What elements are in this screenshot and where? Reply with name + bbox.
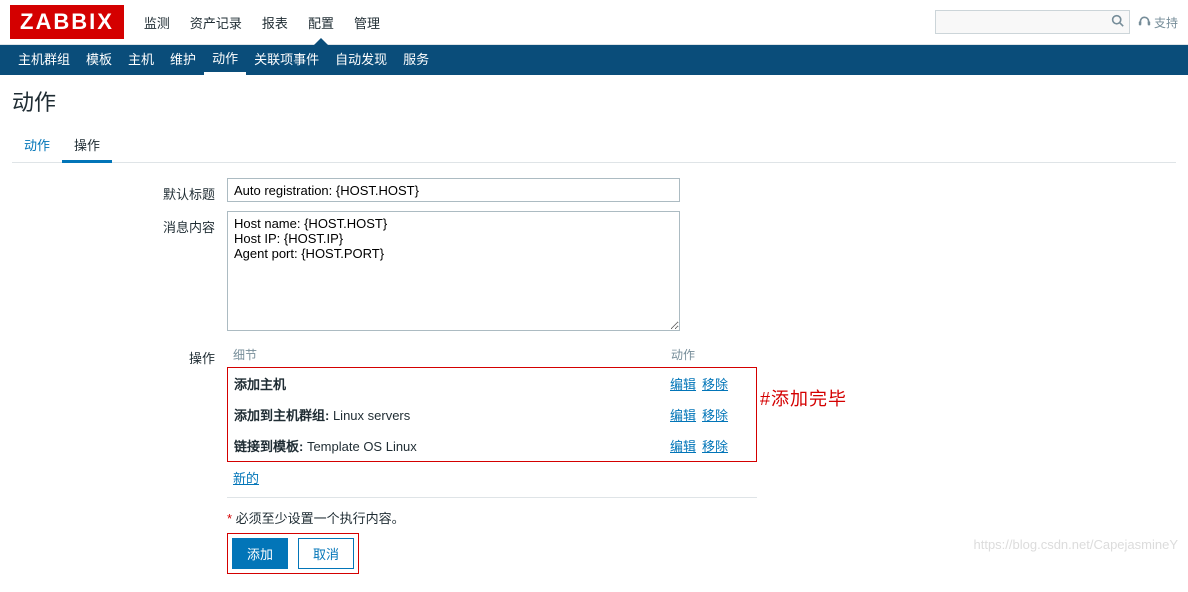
op-remove-link[interactable]: 移除 (702, 405, 728, 424)
col-header-action: 动作 (671, 346, 751, 363)
search-box (935, 10, 1130, 34)
subnav-hosts[interactable]: 主机 (120, 45, 162, 75)
subnav-correlation[interactable]: 关联项事件 (246, 45, 327, 75)
topnav: 监测 资产记录 报表 配置 管理 (134, 1, 390, 44)
operations-table: 细节 动作 添加主机 编辑 移除 添加到主机群组: Linux servers (227, 342, 757, 493)
search-input[interactable] (935, 10, 1130, 34)
subnav-services[interactable]: 服务 (395, 45, 437, 75)
button-row-highlight: 添加 取消 (227, 533, 359, 574)
subnav-discovery[interactable]: 自动发现 (327, 45, 395, 75)
page-content: 动作 动作 操作 默认标题 消息内容 操作 细节 动作 添加主机 (0, 75, 1188, 592)
row-message: 消息内容 (12, 211, 1176, 334)
tabs: 动作 操作 (12, 129, 1176, 163)
operation-row: 添加到主机群组: Linux servers 编辑 移除 (228, 399, 756, 430)
op-remove-link[interactable]: 移除 (702, 374, 728, 393)
subnav: 主机群组 模板 主机 维护 动作 关联项事件 自动发现 服务 (0, 45, 1188, 75)
op-edit-link[interactable]: 编辑 (670, 374, 696, 393)
subnav-templates[interactable]: 模板 (78, 45, 120, 75)
subnav-hostgroups[interactable]: 主机群组 (10, 45, 78, 75)
cancel-button[interactable]: 取消 (298, 538, 354, 569)
support-label: 支持 (1154, 14, 1178, 31)
operations-header: 细节 动作 (227, 342, 757, 367)
subnav-maintenance[interactable]: 维护 (162, 45, 204, 75)
operation-label: 链接到模板: Template OS Linux (234, 436, 670, 455)
label-message: 消息内容 (12, 211, 227, 334)
label-operations: 操作 (12, 342, 227, 574)
topnav-configuration[interactable]: 配置 (298, 1, 344, 44)
label-default-subject: 默认标题 (12, 178, 227, 203)
operation-row: 链接到模板: Template OS Linux 编辑 移除 (228, 430, 756, 461)
operation-label: 添加主机 (234, 374, 670, 393)
op-edit-link[interactable]: 编辑 (670, 436, 696, 455)
tab-action[interactable]: 动作 (12, 129, 62, 162)
operations-highlight-box: 添加主机 编辑 移除 添加到主机群组: Linux servers 编辑 移除 (227, 367, 757, 462)
page-title: 动作 (12, 85, 1176, 117)
search-icon[interactable] (1111, 14, 1124, 30)
topbar: ZABBIX 监测 资产记录 报表 配置 管理 支持 (0, 0, 1188, 45)
support-link[interactable]: 支持 (1138, 14, 1178, 31)
col-header-detail: 细节 (233, 346, 671, 363)
operation-label: 添加到主机群组: Linux servers (234, 405, 670, 424)
add-button[interactable]: 添加 (232, 538, 288, 569)
brand-logo[interactable]: ZABBIX (10, 5, 124, 39)
op-edit-link[interactable]: 编辑 (670, 405, 696, 424)
topnav-inventory[interactable]: 资产记录 (180, 1, 252, 44)
row-default-subject: 默认标题 (12, 178, 1176, 203)
operation-row: 添加主机 编辑 移除 (228, 368, 756, 399)
topnav-administration[interactable]: 管理 (344, 1, 390, 44)
required-note: * 必须至少设置一个执行内容。 (227, 502, 1176, 533)
topnav-monitoring[interactable]: 监测 (134, 1, 180, 44)
divider (227, 497, 757, 498)
subnav-actions[interactable]: 动作 (204, 45, 246, 75)
watermark: https://blog.csdn.net/CapejasmineY (973, 537, 1178, 552)
textarea-message[interactable] (227, 211, 680, 331)
input-default-subject[interactable] (227, 178, 680, 202)
topnav-reports[interactable]: 报表 (252, 1, 298, 44)
annotation-text: #添加完毕 (760, 385, 847, 411)
topbar-right: 支持 (935, 10, 1178, 34)
tab-operations[interactable]: 操作 (62, 129, 112, 163)
headset-icon (1138, 14, 1151, 30)
new-operation-link[interactable]: 新的 (233, 471, 259, 486)
op-remove-link[interactable]: 移除 (702, 436, 728, 455)
